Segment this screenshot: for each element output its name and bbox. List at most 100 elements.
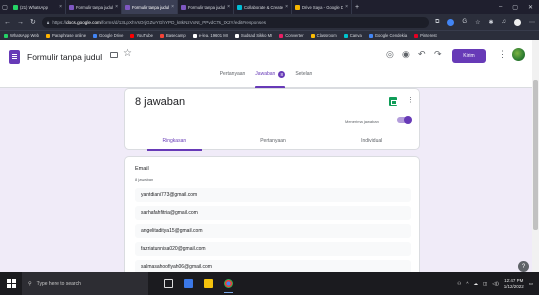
close-tab-icon[interactable]: ×	[285, 4, 288, 10]
avatar[interactable]	[512, 48, 525, 61]
bookmark-item[interactable]: Pinterest	[414, 33, 437, 38]
form-tab[interactable]: Jawaban 8	[255, 68, 286, 88]
close-tab-icon[interactable]: ×	[115, 4, 118, 10]
browser-tab[interactable]: Drive Saya - Google D ×	[292, 0, 352, 14]
start-windows-icon[interactable]	[0, 272, 22, 295]
browser-tab[interactable]: Formulir tanpa judul - Go×	[66, 0, 122, 14]
bookmark-item[interactable]: Canva	[343, 33, 362, 38]
system-clock[interactable]: 12:47 PM 1/12/2022	[504, 278, 524, 289]
file-explorer-icon[interactable]	[184, 279, 193, 288]
extensions-puzzle-icon[interactable]: ✱	[488, 19, 493, 26]
folder-icon[interactable]	[204, 279, 213, 288]
notifications-icon[interactable]: ▭	[529, 281, 533, 287]
bookmark-star-icon[interactable]: ☆	[475, 19, 480, 26]
bookmark-label: e-lea. 19601 MI	[198, 33, 228, 38]
bookmark-label: Pinterest	[420, 33, 437, 38]
email-question-card: Email 8 jawaban yantdiani773@gmail.com sa…	[124, 156, 420, 281]
chrome-icon[interactable]	[224, 279, 233, 293]
bookmark-icon	[414, 33, 419, 38]
preview-eye-icon[interactable]: ◉	[402, 50, 410, 59]
maximize-icon[interactable]: ▢	[512, 4, 518, 11]
close-tab-icon[interactable]: ×	[345, 4, 348, 10]
bookmark-label: Sudsad Sikko MI	[240, 33, 273, 38]
bookmark-item[interactable]: Converter	[279, 33, 304, 38]
tray-chevron-icon[interactable]: ^	[466, 281, 468, 286]
minimize-icon[interactable]: –	[499, 4, 502, 10]
translate-icon[interactable]: ⧉	[435, 19, 439, 26]
close-tab-icon[interactable]: ×	[59, 4, 62, 10]
form-title[interactable]: Formulir tanpa judul	[27, 52, 102, 62]
scrollbar-thumb[interactable]	[533, 80, 538, 230]
extension-blue-icon[interactable]	[447, 18, 455, 26]
bookmark-item[interactable]: Classroom	[310, 33, 337, 38]
tab-label: Formulir tanpa judul -	[188, 4, 226, 10]
form-tab-label: Setelan	[295, 71, 313, 77]
responses-more-icon[interactable]: ⋮	[407, 96, 414, 104]
forward-icon[interactable]: →	[17, 19, 24, 26]
cloud-icon[interactable]: ☁	[473, 281, 478, 287]
window-menu-icon[interactable]: ▢	[0, 0, 10, 14]
bookmark-icon	[234, 33, 239, 38]
browser-tab[interactable]: Formulir tanpa judul - ×	[178, 0, 234, 14]
answer-item: angelitaditya15@gmail.com	[135, 224, 411, 238]
response-view-tab[interactable]: Pertanyaan	[224, 131, 323, 151]
star-icon[interactable]: ☆	[123, 49, 132, 59]
taskbar-search-placeholder: Type here to search	[36, 280, 81, 287]
taskbar-search-input[interactable]: ⚲ Type here to search	[22, 272, 148, 295]
task-view-icon[interactable]	[164, 279, 173, 288]
new-tab-button[interactable]: +	[352, 0, 362, 14]
send-button[interactable]: Kirim	[452, 49, 486, 63]
move-to-folder-icon[interactable]	[110, 52, 118, 58]
media-icon[interactable]: ♫	[502, 19, 507, 25]
bookmark-item[interactable]: Google Cendekia	[368, 33, 407, 38]
back-icon[interactable]: ←	[4, 19, 11, 26]
palette-icon[interactable]: ◎	[386, 50, 394, 59]
form-tab[interactable]: Setelan	[295, 68, 312, 88]
bookmark-item[interactable]: Basecamp	[159, 33, 186, 38]
bookmark-item[interactable]: Paraphrase online	[46, 33, 86, 38]
google-forms-icon[interactable]	[9, 50, 20, 64]
bookmark-item[interactable]: YouTube	[130, 33, 153, 38]
close-window-icon[interactable]: ✕	[528, 4, 533, 11]
bookmark-item[interactable]: Sudsad Sikko MI	[234, 33, 273, 38]
more-options-icon[interactable]: ⋮	[498, 50, 507, 59]
form-tab-label: Pertanyaan	[219, 71, 246, 77]
close-tab-icon[interactable]: ×	[171, 4, 174, 10]
response-count: 8 jawaban	[135, 96, 186, 108]
url-field[interactable]: 🔒︎ https://docs.google.com/forms/d/13LpX…	[41, 16, 430, 28]
close-tab-icon[interactable]: ×	[227, 4, 230, 10]
bookmark-icon	[310, 33, 315, 38]
extension-g-icon[interactable]: G	[462, 19, 467, 25]
accepting-responses-toggle[interactable]	[397, 116, 412, 124]
response-view-tab[interactable]: Individual	[322, 131, 421, 151]
bookmark-item[interactable]: e-lea. 19601 MI	[192, 33, 228, 38]
help-icon[interactable]: ?	[518, 261, 529, 272]
bookmark-label: Google Drive	[99, 33, 124, 38]
browser-tab[interactable]: Collaborate & Create ×	[234, 0, 292, 14]
undo-icon[interactable]: ↶	[418, 50, 426, 59]
profile-icon[interactable]	[514, 18, 521, 26]
response-view-tab[interactable]: Ringkasan	[125, 131, 224, 151]
tab-label: Formulir tanpa judul -	[132, 4, 170, 10]
browser-menu-icon[interactable]: ⋯	[529, 19, 535, 26]
network-icon[interactable]: ◫	[483, 281, 487, 287]
bookmark-item[interactable]: Google Drive	[93, 33, 123, 38]
response-count-badge: 8	[278, 71, 286, 78]
bookmark-icon	[279, 33, 284, 38]
browser-tab[interactable]: (21) WhatsApp ×	[10, 0, 66, 14]
tab-favicon-icon	[69, 4, 74, 10]
bookmark-item[interactable]: WhatsApp Web	[4, 33, 39, 38]
bookmark-icon	[192, 33, 197, 38]
bookmark-icon	[93, 33, 98, 38]
form-tabs: Pertanyaan Jawaban 8 Setelan	[0, 68, 532, 88]
response-view-tab-label: Ringkasan	[162, 138, 187, 144]
redo-icon[interactable]: ↷	[434, 50, 442, 59]
page-scrollbar[interactable]	[532, 40, 539, 272]
reload-icon[interactable]: ↻	[30, 18, 36, 26]
browser-tab[interactable]: Formulir tanpa judul - ×	[122, 0, 178, 14]
volume-icon[interactable]: ◁))	[492, 281, 498, 287]
people-icon[interactable]: ⚇	[457, 281, 461, 287]
form-tab[interactable]: Pertanyaan	[220, 68, 246, 88]
answer-list: yantdiani773@gmail.com sarhafahfitria@gma…	[135, 188, 411, 278]
sheets-link-icon[interactable]	[389, 97, 397, 106]
